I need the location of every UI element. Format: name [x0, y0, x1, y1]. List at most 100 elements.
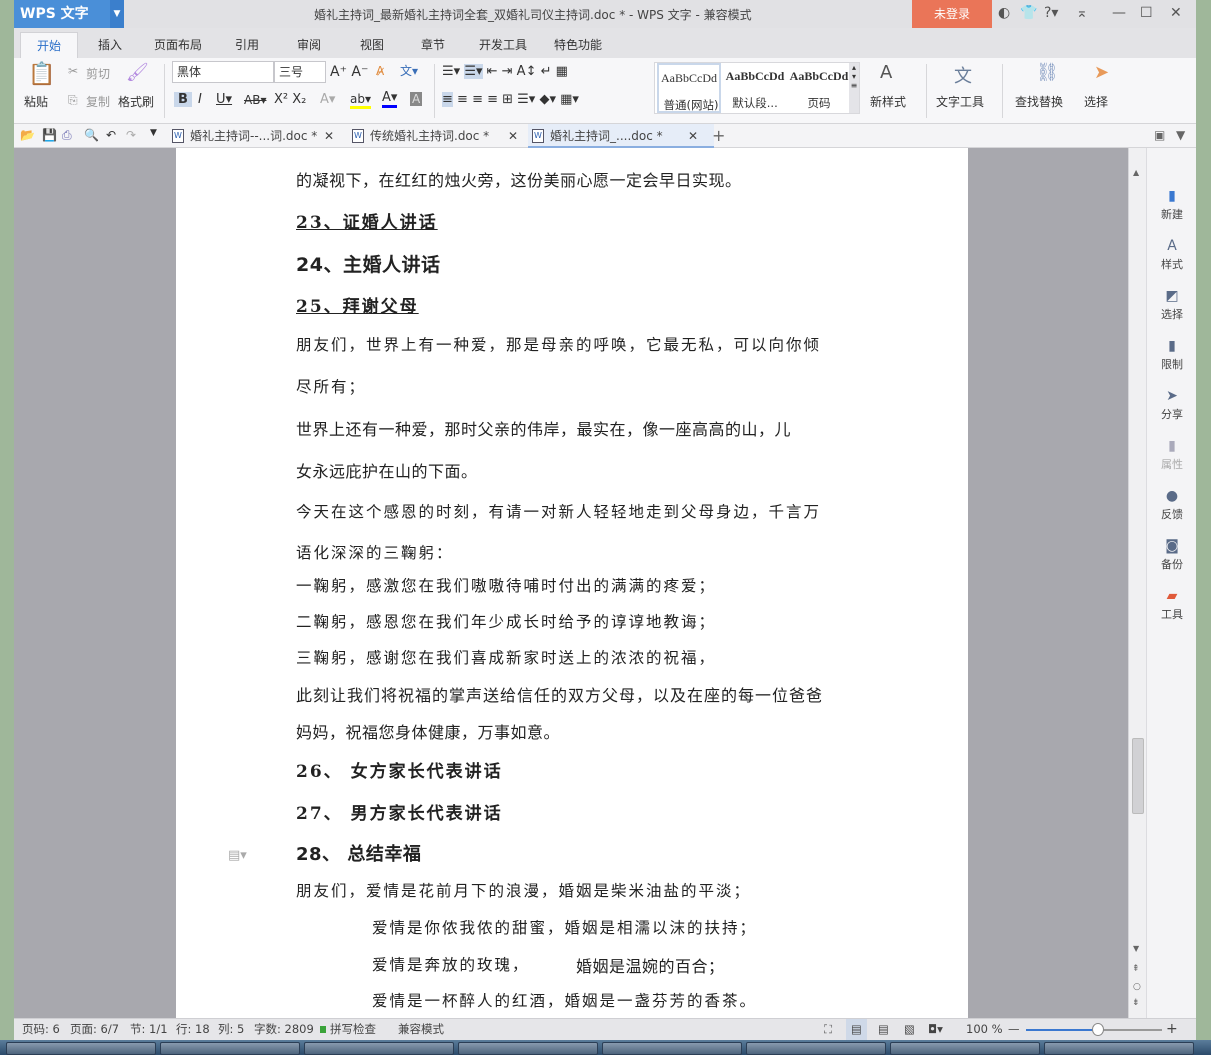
panel-select[interactable]: ◩ 选择	[1147, 288, 1197, 322]
underline-button[interactable]: U▾	[216, 92, 232, 107]
doc-tab-3-active[interactable]: W 婚礼主持词_....doc * ✕	[528, 124, 714, 148]
taskbar-app[interactable]	[890, 1042, 1040, 1055]
taskbar-app[interactable]	[1044, 1042, 1194, 1055]
panel-styles[interactable]: A 样式	[1147, 238, 1197, 272]
scroll-down-icon[interactable]: ▼	[1133, 944, 1139, 953]
taskbar-app[interactable]	[746, 1042, 886, 1055]
save-icon[interactable]: 💾	[42, 128, 57, 142]
doc-tab-1[interactable]: W 婚礼主持词--...词.doc * ✕	[168, 124, 338, 148]
close-tab-icon[interactable]: ✕	[324, 124, 334, 148]
login-button[interactable]: 未登录	[912, 0, 992, 28]
maximize-icon[interactable]: ☐	[1140, 5, 1153, 21]
open-icon[interactable]: 📂	[20, 128, 35, 142]
list-icons[interactable]: ☰▾ ☰▾ ⇤ ⇥ A↕ ↵ ▦	[442, 64, 568, 79]
spell-check-button[interactable]: 拼写检查	[330, 1019, 376, 1040]
char-shading-icon[interactable]: A	[410, 92, 423, 106]
panel-properties[interactable]: ▮ 属性	[1147, 438, 1197, 472]
find-replace-button[interactable]: 查找替换	[1015, 93, 1063, 110]
fullscreen-icon[interactable]: ⛶	[824, 1019, 832, 1040]
taskbar-app[interactable]	[602, 1042, 742, 1055]
style-default-paragraph[interactable]: AaBbCcDd 默认段...	[723, 63, 787, 113]
wps-menu-button[interactable]: WPS 文字 ▼	[14, 0, 124, 28]
tab-insert[interactable]: 插入	[98, 36, 122, 53]
taskbar-app[interactable]	[160, 1042, 300, 1055]
tab-chapter[interactable]: 章节	[421, 36, 445, 53]
style-page-number[interactable]: AaBbCcDd 页码	[787, 63, 851, 113]
copy-button[interactable]: 复制	[86, 93, 110, 110]
grow-font-icon[interactable]: A⁺ A⁻	[330, 64, 368, 80]
new-tab-icon[interactable]: +	[712, 126, 725, 145]
superscript-button[interactable]: X² X₂	[274, 92, 306, 107]
paste-icon[interactable]: 📋	[28, 62, 55, 87]
zoom-in-icon[interactable]: +	[1166, 1019, 1178, 1040]
cut-button[interactable]: 剪切	[86, 65, 110, 82]
panel-backup[interactable]: ◙ 备份	[1147, 538, 1197, 572]
minimize-icon[interactable]: —	[1112, 5, 1126, 21]
undo-icon[interactable]: ↶	[106, 128, 116, 142]
bold-button[interactable]: B	[174, 92, 192, 107]
style-normal-web[interactable]: AaBbCcDd 普通(网站)	[657, 63, 721, 113]
paragraph-options-icon[interactable]: ▤▾	[228, 848, 247, 863]
text-effect-icon[interactable]: A▾	[320, 92, 335, 107]
collapse-ribbon-icon[interactable]: ⌅	[1076, 5, 1088, 21]
taskbar-app[interactable]	[304, 1042, 454, 1055]
prev-page-icon[interactable]: ⇞	[1132, 964, 1140, 974]
font-size-select[interactable]: 三号	[274, 61, 326, 83]
scroll-up-icon[interactable]: ▲	[1133, 168, 1139, 177]
panel-tools[interactable]: ▰ 工具	[1147, 588, 1197, 622]
new-style-button[interactable]: 新样式	[870, 93, 906, 110]
gallery-scroll[interactable]: ▴ ▾ ≡	[849, 63, 859, 113]
select-browse-icon[interactable]: ○	[1133, 982, 1141, 992]
document-page[interactable]: 的凝视下，在红红的烛火旁，这份美丽心愿一定会早日实现。 23、证婚人讲话 24、…	[176, 148, 968, 1018]
shirt-icon[interactable]: 👕	[1020, 5, 1037, 21]
format-painter-button[interactable]: 格式刷	[118, 93, 154, 110]
highlight-icon[interactable]: ab▾	[350, 92, 371, 109]
font-select[interactable]: 黑体	[172, 61, 274, 83]
strikethrough-button[interactable]: AB▾	[244, 93, 266, 107]
close-tab-icon[interactable]: ✕	[508, 124, 518, 148]
doc-tab-2[interactable]: W 传统婚礼主持词.doc * ✕	[348, 124, 524, 148]
chevron-down-icon[interactable]: ▼	[150, 128, 157, 138]
doc-heading: 24、主婚人讲话	[296, 254, 441, 276]
panel-restrict[interactable]: ▮ 限制	[1147, 338, 1197, 372]
tab-developer[interactable]: 开发工具	[479, 36, 527, 53]
select-button[interactable]: 选择	[1084, 93, 1108, 110]
redo-icon[interactable]: ↷	[126, 128, 136, 142]
help-icon[interactable]: ?▾	[1044, 5, 1058, 21]
skin-icon[interactable]: ◐	[998, 5, 1010, 21]
reading-view-icon[interactable]: ▧	[904, 1019, 915, 1040]
panel-share[interactable]: ➤ 分享	[1147, 388, 1197, 422]
align-icons[interactable]: ≡ ≡ ≡ ≡ ⊞ ☰▾ ◆▾ ▦▾	[442, 92, 579, 107]
close-icon[interactable]: ✕	[1170, 5, 1182, 21]
vertical-scrollbar[interactable]: ▲ ▼ ⇞ ○ ⇟	[1128, 148, 1146, 1018]
page-view-icon[interactable]: ▤	[846, 1019, 867, 1040]
clear-format-icon[interactable]: A̷	[376, 64, 384, 78]
panel-new[interactable]: ▮ 新建	[1147, 188, 1197, 222]
panel-feedback[interactable]: ● 反馈	[1147, 488, 1197, 522]
zoom-slider[interactable]	[1026, 1023, 1162, 1036]
print-icon[interactable]: ⎙	[62, 128, 72, 143]
pinyin-icon[interactable]: 文▾	[400, 62, 418, 79]
scrollbar-thumb[interactable]	[1132, 738, 1144, 814]
zoom-out-icon[interactable]: —	[1008, 1019, 1020, 1040]
tab-list-icon[interactable]: ▣	[1154, 128, 1165, 142]
tab-menu-icon[interactable]: ▼	[1176, 128, 1185, 142]
font-color-icon[interactable]: A▾	[382, 90, 398, 108]
tab-special[interactable]: 特色功能	[554, 36, 602, 53]
text-tools-button[interactable]: 文字工具	[936, 93, 984, 110]
tab-view[interactable]: 视图	[360, 36, 384, 53]
tab-references[interactable]: 引用	[235, 36, 259, 53]
tab-page-layout[interactable]: 页面布局	[154, 36, 202, 53]
tab-review[interactable]: 审阅	[297, 36, 321, 53]
outline-view-icon[interactable]: ▤	[878, 1019, 889, 1040]
paste-button[interactable]: 粘贴	[24, 93, 48, 110]
close-tab-icon[interactable]: ✕	[688, 124, 698, 148]
print-preview-icon[interactable]: 🔍	[84, 128, 99, 142]
tab-home[interactable]: 开始	[20, 32, 79, 58]
taskbar-app[interactable]	[6, 1042, 156, 1055]
taskbar-app[interactable]	[458, 1042, 598, 1055]
zoom-slider-knob[interactable]	[1092, 1023, 1104, 1036]
italic-button[interactable]: I	[198, 92, 202, 107]
protect-view-icon[interactable]: ◘▾	[928, 1019, 943, 1040]
next-page-icon[interactable]: ⇟	[1132, 998, 1140, 1008]
